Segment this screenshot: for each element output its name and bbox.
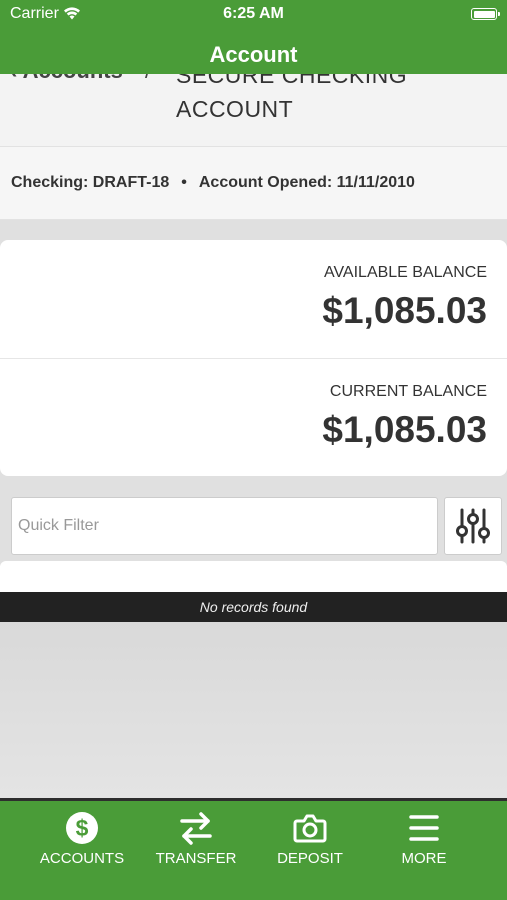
balance-card: AVAILABLE BALANCE $1,085.03 CURRENT BALA… bbox=[0, 240, 507, 476]
tab-deposit-label: DEPOSIT bbox=[277, 850, 343, 867]
available-balance-value: $1,085.03 bbox=[322, 290, 487, 331]
bottom-tab-bar: $ ACCOUNTS TRANSFER DEPOSIT MORE bbox=[0, 798, 507, 900]
tab-deposit[interactable]: DEPOSIT bbox=[255, 811, 365, 867]
account-opened-date: Account Opened: 11/11/2010 bbox=[198, 174, 415, 191]
breadcrumb-current: SECURE CHECKING ACCOUNT bbox=[176, 74, 408, 122]
page-title: Account bbox=[209, 42, 298, 67]
camera-icon bbox=[293, 814, 327, 843]
battery-icon bbox=[471, 8, 500, 20]
tab-more[interactable]: MORE bbox=[369, 811, 479, 867]
current-balance-row: CURRENT BALANCE $1,085.03 bbox=[0, 358, 507, 477]
svg-text:$: $ bbox=[76, 815, 89, 841]
breadcrumb-separator: / bbox=[145, 74, 151, 84]
no-records-message: No records found bbox=[0, 592, 507, 622]
filter-settings-button[interactable] bbox=[444, 497, 502, 555]
breadcrumb-back-link[interactable]: ‹ Accounts bbox=[10, 74, 123, 84]
transfer-arrows-icon bbox=[180, 812, 212, 845]
breadcrumb: ‹ Accounts / SECURE CHECKING ACCOUNT bbox=[0, 74, 507, 146]
status-time: 6:25 AM bbox=[223, 5, 284, 22]
available-balance-row: AVAILABLE BALANCE $1,085.03 bbox=[0, 240, 507, 358]
account-info-bar: Checking: DRAFT-18 • Account Opened: 11/11… bbox=[0, 146, 507, 220]
tab-transfer[interactable]: TRANSFER bbox=[141, 811, 251, 867]
current-balance-value: $1,085.03 bbox=[322, 409, 487, 450]
records-panel-header bbox=[0, 561, 507, 592]
account-number: Checking: DRAFT-18 bbox=[11, 174, 170, 191]
tab-transfer-label: TRANSFER bbox=[155, 850, 237, 867]
available-balance-label: AVAILABLE BALANCE bbox=[323, 264, 487, 281]
tab-accounts-label: ACCOUNTS bbox=[39, 850, 125, 867]
separator-dot: • bbox=[181, 174, 187, 191]
dollar-circle-icon: $ bbox=[66, 812, 98, 844]
records-list bbox=[0, 622, 507, 798]
current-balance-label: CURRENT BALANCE bbox=[329, 383, 487, 400]
tab-more-label: MORE bbox=[401, 850, 447, 867]
quick-filter-input[interactable] bbox=[11, 497, 438, 555]
tab-accounts[interactable]: $ ACCOUNTS bbox=[27, 811, 137, 867]
status-bar: Carrier 6:25 AM bbox=[0, 0, 507, 28]
menu-icon bbox=[409, 815, 439, 841]
app-header: Carrier 6:25 AM Account bbox=[0, 0, 507, 74]
sliders-icon bbox=[456, 508, 490, 544]
